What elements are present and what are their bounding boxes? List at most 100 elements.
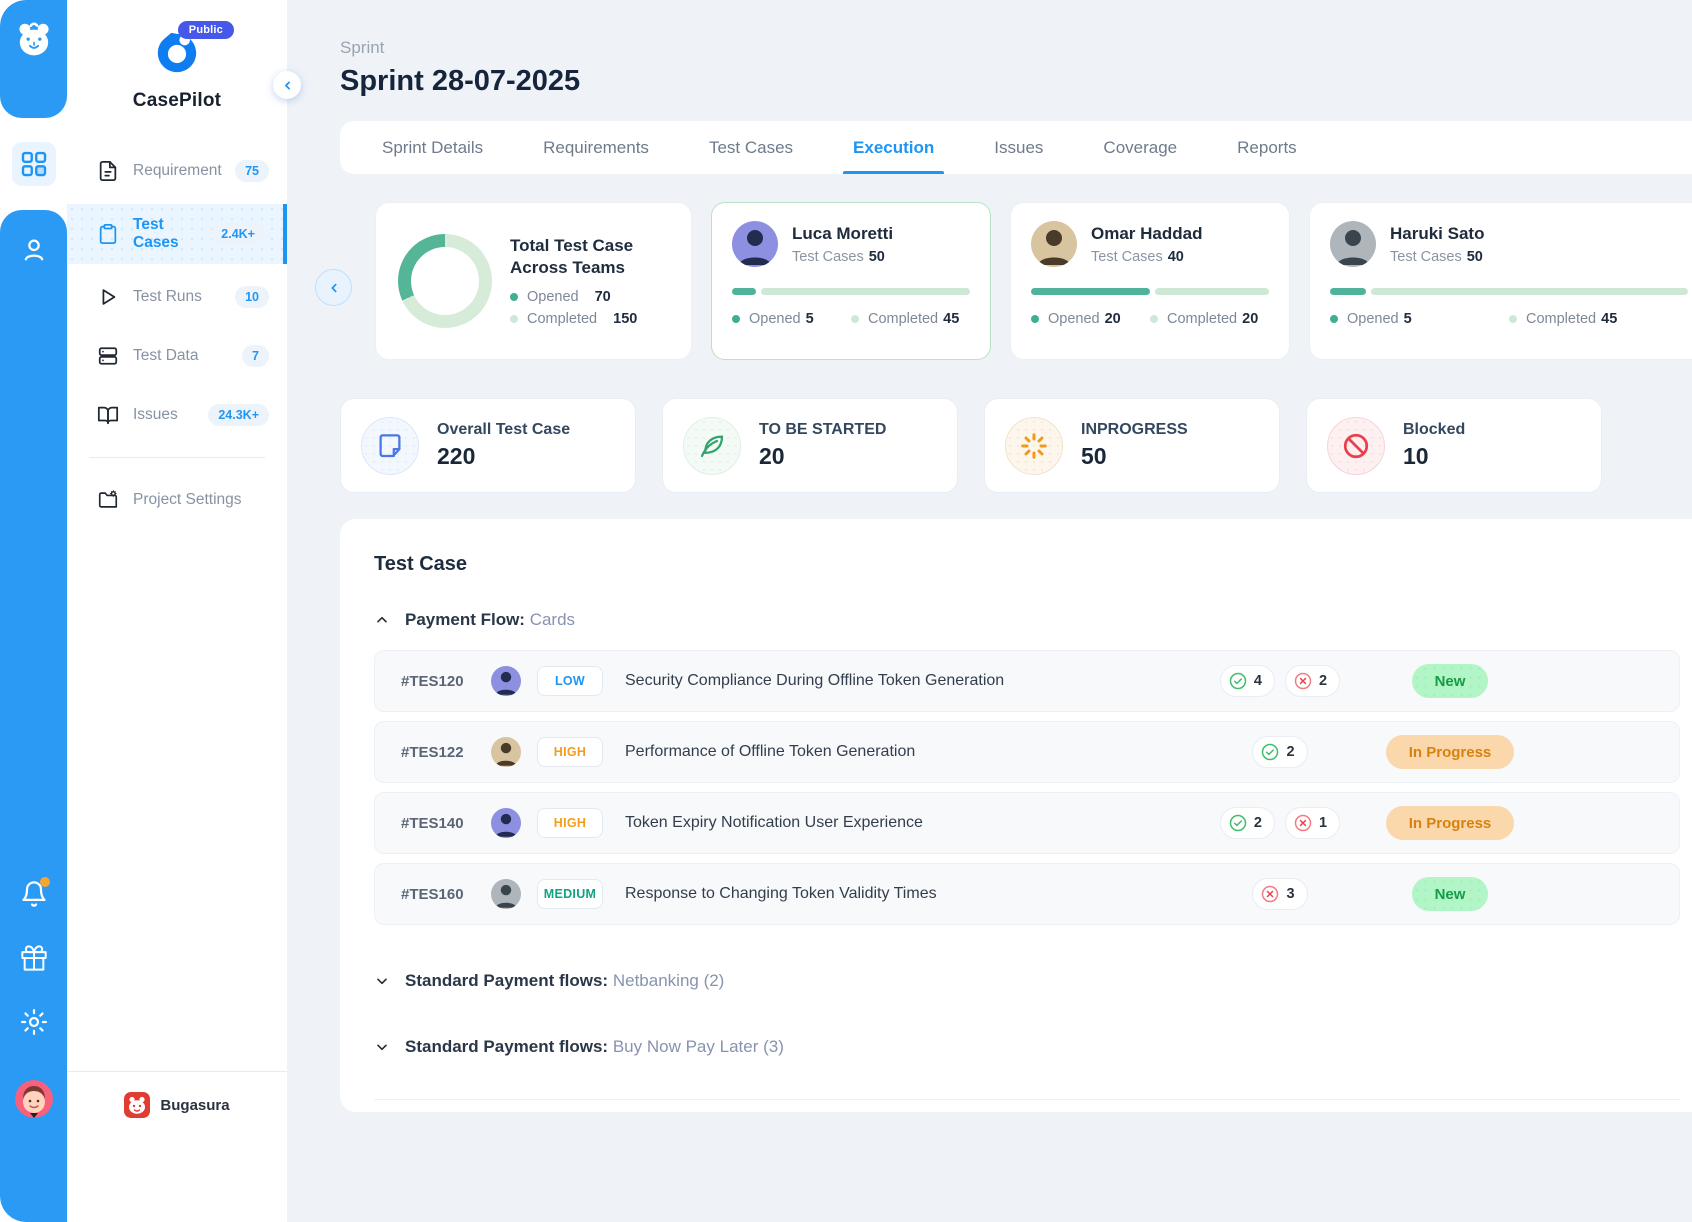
sidebar-item-label: Requirement bbox=[133, 162, 235, 180]
icon-rail bbox=[0, 0, 67, 1222]
profile-icon[interactable] bbox=[20, 236, 48, 264]
sidebar-item-label: Project Settings bbox=[133, 491, 269, 509]
group-payment-flow-cards[interactable]: Payment Flow: Cards bbox=[374, 610, 1692, 630]
sidebar-item-project-settings[interactable]: Project Settings bbox=[67, 474, 287, 526]
member-card-haruki[interactable]: Haruki Sato Test Cases50 Opened5 Complet… bbox=[1309, 202, 1692, 360]
tab-coverage[interactable]: Coverage bbox=[1073, 121, 1207, 174]
status-cell: New bbox=[1375, 877, 1525, 911]
result-badges: 2 1 bbox=[1185, 807, 1375, 839]
sidebar-item-test-cases[interactable]: Test Cases 2.4K+ bbox=[67, 204, 287, 264]
member-card-luca[interactable]: Luca Moretti Test Cases50 Opened5 Comple… bbox=[711, 202, 991, 360]
result-badges: 2 bbox=[1185, 736, 1375, 768]
sidebar-item-requirement[interactable]: Requirement 75 bbox=[67, 145, 287, 197]
user-avatar[interactable] bbox=[15, 1080, 53, 1118]
stat-value: 50 bbox=[1081, 443, 1188, 470]
member-name: Haruki Sato bbox=[1390, 224, 1484, 244]
stats-row: Overall Test Case 220 TO BE STARTED 20 bbox=[340, 398, 1692, 493]
notifications-bell-icon[interactable] bbox=[20, 880, 48, 908]
status-badge: New bbox=[1412, 877, 1489, 911]
test-case-id: #TES160 bbox=[401, 886, 475, 903]
clipboard-icon bbox=[97, 223, 119, 245]
stat-label: Overall Test Case bbox=[437, 421, 570, 439]
tab-sprint-details[interactable]: Sprint Details bbox=[352, 121, 513, 174]
status-badge: In Progress bbox=[1386, 735, 1515, 769]
tab-test-cases[interactable]: Test Cases bbox=[679, 121, 823, 174]
sidebar-footer[interactable]: Bugasura bbox=[67, 1071, 287, 1222]
rail-main-segment bbox=[0, 210, 67, 1222]
count-badge: 7 bbox=[242, 345, 269, 367]
test-case-title: Response to Changing Token Validity Time… bbox=[625, 885, 1185, 903]
sidebar: Public CasePilot Requirement 75 bbox=[67, 0, 287, 1222]
server-icon bbox=[97, 345, 119, 367]
test-case-title: Performance of Offline Token Generation bbox=[625, 743, 1185, 761]
play-icon bbox=[97, 286, 119, 308]
stat-inprogress: INPROGRESS 50 bbox=[984, 398, 1280, 493]
chevron-up-icon bbox=[374, 612, 390, 628]
test-case-row-tes122[interactable]: #TES122 HIGH Performance of Offline Toke… bbox=[374, 721, 1680, 783]
tab-reports[interactable]: Reports bbox=[1207, 121, 1327, 174]
dashboard-grid-icon[interactable] bbox=[12, 142, 56, 186]
result-badges: 4 2 bbox=[1185, 665, 1375, 697]
chevron-down-icon bbox=[374, 973, 390, 989]
group-buy-now-pay-later[interactable]: Standard Payment flows: Buy Now Pay Late… bbox=[374, 1037, 1692, 1057]
member-progress-bar bbox=[1031, 288, 1269, 295]
sidebar-item-label: Test Cases bbox=[133, 216, 211, 252]
test-case-row-tes160[interactable]: #TES160 MEDIUM Response to Changing Toke… bbox=[374, 863, 1680, 925]
member-progress-bar bbox=[732, 288, 970, 295]
test-case-row-tes120[interactable]: #TES120 LOW Security Compliance During O… bbox=[374, 650, 1680, 712]
test-case-id: #TES120 bbox=[401, 673, 475, 690]
sidebar-item-label: Test Data bbox=[133, 347, 242, 365]
tab-issues[interactable]: Issues bbox=[964, 121, 1073, 174]
opened-dot bbox=[732, 315, 740, 323]
tab-execution[interactable]: Execution bbox=[823, 121, 964, 174]
test-case-id: #TES140 bbox=[401, 815, 475, 832]
assignee-avatar bbox=[491, 666, 521, 696]
rail-active-notch bbox=[0, 118, 67, 210]
leaf-icon bbox=[683, 417, 741, 475]
test-case-row-tes140[interactable]: #TES140 HIGH Token Expiry Notification U… bbox=[374, 792, 1680, 854]
assignee-avatar bbox=[491, 808, 521, 838]
chevron-down-icon bbox=[374, 1039, 390, 1055]
panel-back-button[interactable] bbox=[315, 269, 352, 306]
assignee-avatar bbox=[491, 737, 521, 767]
count-badge: 24.3K+ bbox=[208, 404, 269, 426]
tab-requirements[interactable]: Requirements bbox=[513, 121, 679, 174]
sidebar-item-label: Test Runs bbox=[133, 288, 235, 306]
sidebar-item-issues[interactable]: Issues 24.3K+ bbox=[67, 389, 287, 441]
member-name: Luca Moretti bbox=[792, 224, 893, 244]
stat-label: Blocked bbox=[1403, 421, 1465, 439]
sidebar-item-test-data[interactable]: Test Data 7 bbox=[67, 330, 287, 382]
app-logo: Public CasePilot bbox=[112, 30, 242, 112]
donut-card-title: Total Test Case Across Teams bbox=[510, 235, 673, 280]
tab-label: Test Cases bbox=[709, 138, 793, 158]
tab-label: Requirements bbox=[543, 138, 649, 158]
settings-gear-icon[interactable] bbox=[20, 1008, 48, 1036]
failed-badge: 3 bbox=[1252, 878, 1307, 910]
tab-label: Coverage bbox=[1103, 138, 1177, 158]
total-test-case-card: Total Test Case Across Teams Opened 70 C… bbox=[375, 202, 692, 360]
sidebar-item-label: Issues bbox=[133, 406, 208, 424]
notification-dot bbox=[40, 877, 50, 887]
sidebar-item-test-runs[interactable]: Test Runs 10 bbox=[67, 271, 287, 323]
member-card-omar[interactable]: Omar Haddad Test Cases40 Opened20 Comple… bbox=[1010, 202, 1290, 360]
test-case-title: Security Compliance During Offline Token… bbox=[625, 672, 1185, 690]
page-title: Sprint 28-07-2025 bbox=[340, 65, 1692, 98]
sidebar-collapse-button[interactable] bbox=[273, 71, 301, 99]
member-avatar bbox=[1330, 221, 1376, 267]
status-badge: In Progress bbox=[1386, 806, 1515, 840]
group-netbanking[interactable]: Standard Payment flows: Netbanking (2) bbox=[374, 971, 1692, 991]
folder-gear-icon bbox=[97, 489, 119, 511]
mascot-icon[interactable] bbox=[14, 20, 54, 60]
team-summary-row: Total Test Case Across Teams Opened 70 C… bbox=[375, 202, 1692, 360]
completed-dot bbox=[851, 315, 859, 323]
count-badge: 75 bbox=[235, 160, 269, 182]
member-avatar bbox=[732, 221, 778, 267]
book-open-icon bbox=[97, 404, 119, 426]
stat-label: INPROGRESS bbox=[1081, 421, 1188, 439]
visibility-badge: Public bbox=[178, 21, 234, 39]
sidebar-nav: Requirement 75 Test Cases 2.4K+ Test Run… bbox=[67, 138, 287, 533]
note-icon bbox=[361, 417, 419, 475]
brand-name: Bugasura bbox=[160, 1097, 229, 1114]
assignee-avatar bbox=[491, 879, 521, 909]
gift-icon[interactable] bbox=[20, 944, 48, 972]
